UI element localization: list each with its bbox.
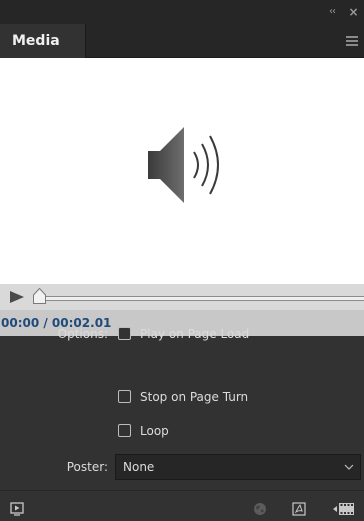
title-bar: ‹‹ × xyxy=(0,0,364,24)
play-on-page-load-checkbox[interactable] xyxy=(118,327,131,340)
close-panel-icon[interactable]: × xyxy=(346,4,360,20)
speaker-icon xyxy=(148,127,219,203)
stop-on-page-turn-checkbox[interactable] xyxy=(118,390,131,403)
options-label: Options: xyxy=(57,327,108,341)
panel-footer xyxy=(0,490,364,521)
loop-checkbox[interactable] xyxy=(118,424,131,437)
play-icon[interactable] xyxy=(10,291,24,303)
seek-thumb[interactable] xyxy=(33,288,46,304)
seek-track[interactable] xyxy=(38,296,364,301)
collapse-panel-icon[interactable]: ‹‹ xyxy=(325,4,339,20)
tab-bar: Media xyxy=(0,24,364,58)
chevron-down-icon xyxy=(344,464,354,470)
tab-media[interactable]: Media xyxy=(0,24,86,58)
media-panel: ‹‹ × Media 00:00 / 00:02.01 Options: Pla… xyxy=(0,0,364,521)
stop-on-page-turn-label: Stop on Page Turn xyxy=(140,390,249,404)
preview-icon[interactable] xyxy=(10,502,24,516)
panel-menu-icon[interactable] xyxy=(346,36,358,46)
globe-icon[interactable] xyxy=(253,502,267,516)
loop-label: Loop xyxy=(140,424,169,438)
film-strip-icon[interactable] xyxy=(333,502,355,516)
poster-label: Poster: xyxy=(66,460,108,474)
poster-select[interactable]: None xyxy=(115,454,361,480)
pdf-icon[interactable] xyxy=(292,502,306,516)
play-on-page-load-label: Play on Page Load xyxy=(140,327,250,341)
poster-select-value: None xyxy=(123,460,155,474)
